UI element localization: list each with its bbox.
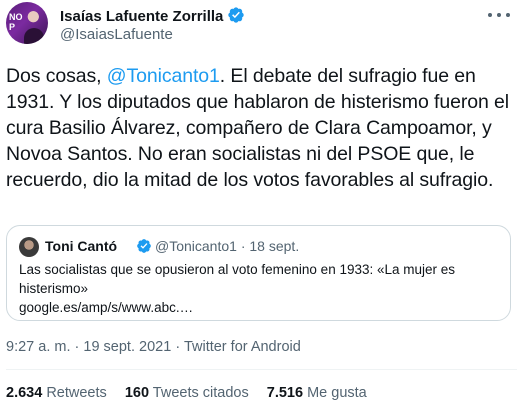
quote-tweets-stat[interactable]: 160 Tweets citados bbox=[125, 385, 249, 401]
author-name-row[interactable]: Isaías Lafuente Zorrilla bbox=[60, 6, 245, 28]
tweet-text: Dos cosas, @Tonicanto1. El debate del su… bbox=[6, 63, 511, 193]
tweet-text-start: Dos cosas, bbox=[6, 65, 107, 87]
quoted-text: Las socialistas que se opusieron al voto… bbox=[19, 262, 456, 296]
retweets-label: Retweets bbox=[46, 385, 107, 401]
tweet-stats: 2.634 Retweets 160 Tweets citados 7.516 … bbox=[6, 385, 381, 401]
mention-link[interactable]: @Tonicanto1 bbox=[107, 65, 220, 87]
avatar-figure bbox=[24, 28, 44, 44]
tweet-card: NO P Isaías Lafuente Zorrilla @IsaiasLafu… bbox=[0, 0, 523, 411]
timestamp-separator: · bbox=[74, 339, 80, 355]
quoted-tweet[interactable]: Toni Cantó @Tonicanto1 · 18 sept. Las so… bbox=[6, 225, 511, 321]
verified-badge-icon bbox=[227, 6, 245, 28]
tweet-source[interactable]: Twitter for Android bbox=[184, 339, 301, 355]
quoted-text-block: Las socialistas que se opusieron al voto… bbox=[19, 260, 499, 317]
tweet-date[interactable]: 19 sept. 2021 bbox=[83, 339, 171, 355]
timestamp-separator-2: · bbox=[175, 339, 181, 355]
quoted-separator: · bbox=[240, 238, 246, 254]
retweets-count: 2.634 bbox=[6, 385, 43, 401]
retweets-stat[interactable]: 2.634 Retweets bbox=[6, 385, 107, 401]
quoted-author-handle: @Tonicanto1 bbox=[155, 238, 237, 254]
author-avatar[interactable]: NO P bbox=[6, 2, 48, 44]
author-name[interactable]: Isaías Lafuente Zorrilla bbox=[60, 8, 223, 25]
quotes-count: 160 bbox=[124, 385, 150, 401]
quoted-verified-badge-icon bbox=[136, 238, 152, 257]
more-options-icon[interactable] bbox=[488, 7, 510, 23]
avatar-lettering: NO P bbox=[9, 12, 23, 32]
quoted-meta: @Tonicanto1 · 18 sept. bbox=[134, 238, 299, 257]
author-handle[interactable]: @IsaiasLafuente bbox=[60, 26, 173, 43]
quotes-label: Tweets citados bbox=[152, 385, 249, 401]
quoted-author-name: Toni Cantó bbox=[45, 238, 118, 254]
quoted-date: 18 sept. bbox=[249, 238, 300, 254]
likes-label: Me gusta bbox=[307, 385, 367, 401]
likes-stat[interactable]: 7.516 Me gusta bbox=[267, 385, 367, 401]
quoted-link: google.es/amp/s/www.abc.… bbox=[19, 300, 194, 315]
divider bbox=[6, 369, 517, 370]
tweet-time[interactable]: 9:27 a. m. bbox=[6, 339, 70, 355]
likes-count: 7.516 bbox=[266, 385, 304, 401]
quoted-author-avatar bbox=[19, 237, 39, 257]
tweet-timestamp: 9:27 a. m. · 19 sept. 2021 · Twitter for… bbox=[6, 339, 301, 355]
